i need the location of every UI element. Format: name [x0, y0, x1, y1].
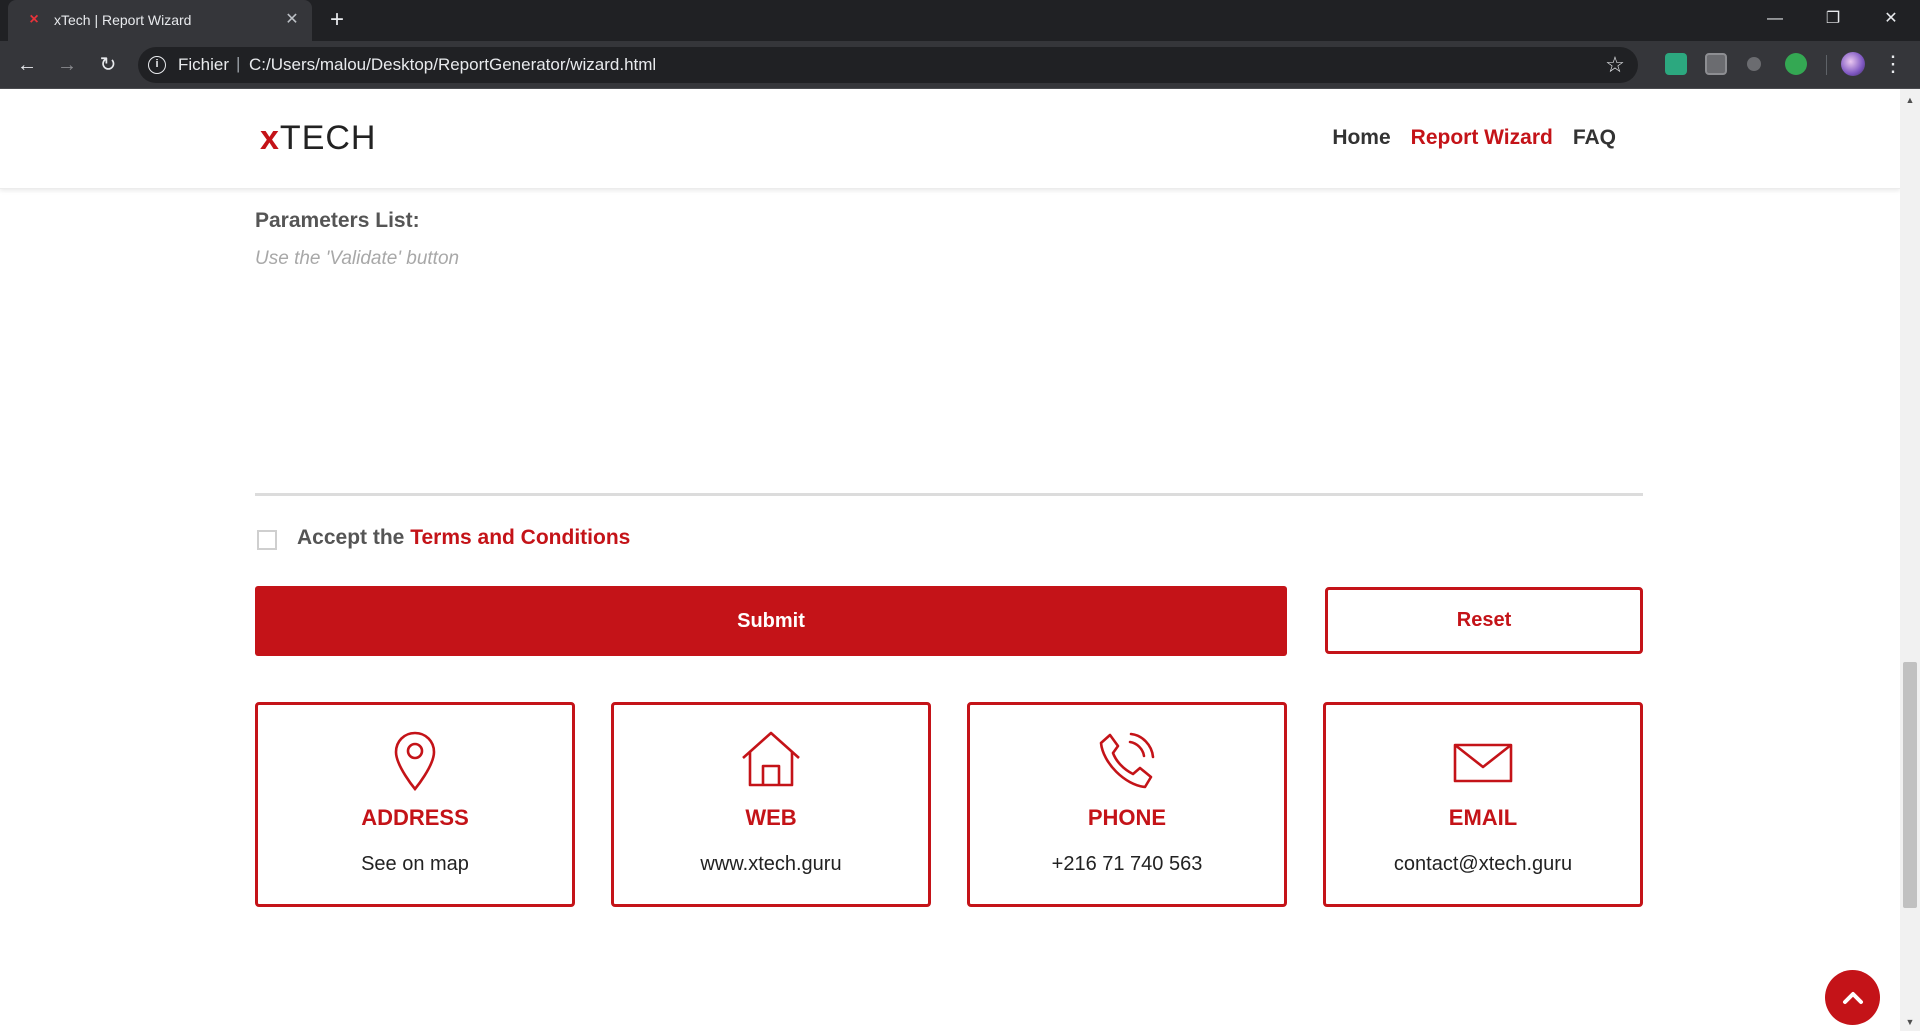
- url-text[interactable]: C:/Users/malou/Desktop/ReportGenerator/w…: [249, 55, 656, 75]
- address-card[interactable]: ADDRESS See on map: [255, 702, 575, 907]
- xtech-favicon-icon: ×: [29, 11, 39, 28]
- terms-link[interactable]: Terms and Conditions: [410, 526, 630, 549]
- nav-faq[interactable]: FAQ: [1573, 126, 1616, 150]
- phone-card[interactable]: PHONE +216 71 740 563: [967, 702, 1287, 907]
- nav-home[interactable]: Home: [1332, 126, 1390, 150]
- card-value[interactable]: contact@xtech.guru: [1326, 853, 1640, 876]
- scheme-label: Fichier: [178, 55, 230, 74]
- scrollbar-thumb[interactable]: [1903, 662, 1917, 908]
- card-title: PHONE: [1087, 805, 1167, 830]
- page-viewport: xTECH Home Report Wizard FAQ Parameters …: [0, 89, 1900, 1031]
- phone-icon: [1099, 732, 1155, 789]
- new-tab-button[interactable]: +: [324, 8, 350, 34]
- web-card[interactable]: WEB www.xtech.guru: [611, 702, 931, 907]
- reload-icon[interactable]: ↻: [94, 51, 122, 79]
- site-header: xTECH Home Report Wizard FAQ: [0, 89, 1900, 189]
- card-title: WEB: [745, 805, 797, 830]
- close-tab-icon[interactable]: ✕: [282, 10, 302, 30]
- back-to-top-button[interactable]: [1825, 970, 1880, 1025]
- terms-label: Accept the Terms and Conditions: [297, 526, 631, 549]
- profile-avatar[interactable]: [1841, 52, 1865, 76]
- envelope-icon: [1453, 743, 1513, 783]
- url-separator: |: [236, 54, 241, 73]
- forward-arrow-icon[interactable]: →: [53, 51, 81, 79]
- bookmark-star-icon[interactable]: ☆: [1602, 52, 1628, 78]
- browser-tab[interactable]: × xTech | Report Wizard ✕: [8, 0, 312, 41]
- site-info-icon[interactable]: i: [148, 56, 166, 74]
- home-icon: [742, 731, 800, 787]
- toolbar-separator: [1826, 55, 1827, 75]
- card-value[interactable]: See on map: [258, 853, 572, 876]
- browser-tabstrip: × xTech | Report Wizard ✕ + — ❐ ✕: [0, 0, 1920, 41]
- browser-menu-icon[interactable]: ⋮: [1882, 50, 1904, 78]
- parameters-list-hint: Use the 'Validate' button: [255, 248, 460, 269]
- email-card[interactable]: EMAIL contact@xtech.guru: [1323, 702, 1643, 907]
- scroll-up-arrow-icon[interactable]: ▲: [1900, 93, 1920, 107]
- back-arrow-icon[interactable]: ←: [13, 51, 41, 79]
- minimize-window-icon[interactable]: —: [1746, 0, 1804, 41]
- extension-square-icon[interactable]: [1705, 53, 1727, 75]
- chevron-up-icon: [1842, 991, 1863, 1004]
- tab-title: xTech | Report Wizard: [54, 12, 192, 28]
- page-scrollbar[interactable]: ▲ ▼: [1900, 89, 1920, 1031]
- terms-checkbox[interactable]: [257, 530, 277, 550]
- nav-report-wizard[interactable]: Report Wizard: [1411, 126, 1553, 150]
- map-pin-icon: [394, 731, 436, 792]
- card-title: EMAIL: [1448, 805, 1518, 830]
- submit-button[interactable]: Submit: [255, 586, 1287, 656]
- restore-window-icon[interactable]: ❐: [1804, 0, 1862, 41]
- close-window-icon[interactable]: ✕: [1862, 0, 1920, 41]
- card-value[interactable]: +216 71 740 563: [970, 853, 1284, 876]
- scroll-down-arrow-icon[interactable]: ▼: [1900, 1015, 1920, 1029]
- browser-toolbar: ← → ↻ i Fichier | C:/Users/malou/Desktop…: [0, 41, 1920, 89]
- extension-bookmark-icon[interactable]: [1665, 53, 1687, 75]
- main-nav: Home Report Wizard FAQ: [1332, 126, 1616, 150]
- extension-dot-icon[interactable]: [1747, 57, 1761, 71]
- parameters-list-title: Parameters List:: [255, 209, 420, 232]
- reset-button[interactable]: Reset: [1325, 587, 1643, 654]
- card-value[interactable]: www.xtech.guru: [614, 853, 928, 876]
- address-bar[interactable]: i Fichier | C:/Users/malou/Desktop/Repor…: [138, 47, 1638, 83]
- extension-play-icon[interactable]: [1785, 53, 1807, 75]
- card-title: ADDRESS: [361, 805, 469, 830]
- section-divider: [255, 493, 1643, 496]
- site-logo[interactable]: xTECH: [260, 119, 376, 158]
